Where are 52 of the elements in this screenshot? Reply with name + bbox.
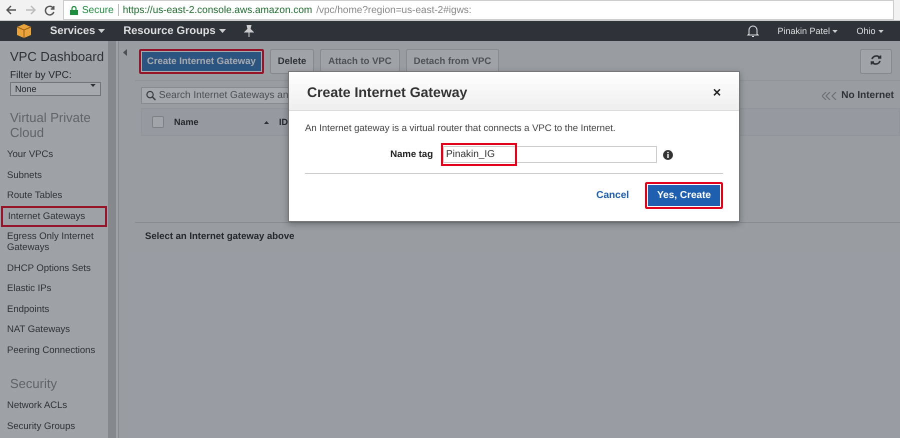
lock-icon [70,6,78,14]
refresh-icon [870,54,882,66]
column-header[interactable]: Name [174,117,254,127]
sidebar-item[interactable]: DHCP Options Sets [3,260,105,276]
reload-icon[interactable] [44,4,55,16]
filter-label: Filter by VPC: [9,70,73,81]
pagination-text: No Internet [841,90,894,101]
back-icon[interactable] [6,5,17,15]
refresh-button[interactable] [860,49,892,74]
region-menu[interactable]: Ohio [856,26,884,36]
cancel-link[interactable]: Cancel [590,182,636,209]
search-icon [146,90,156,101]
bell-icon[interactable] [747,24,760,38]
sort-arrow-icon[interactable] [264,120,269,124]
sidebar-item[interactable]: Elastic IPs [3,280,105,297]
sidebar-item[interactable]: Security Groups [3,418,105,434]
dialog-title: Create Internet Gateway [307,84,468,100]
create-button[interactable]: Yes, Create [645,182,723,209]
sidebar-title: VPC Dashboard [9,49,105,64]
caret-icon [832,30,838,34]
select-all-checkbox[interactable] [152,116,164,128]
sidebar-heading: Virtual Private Cloud [9,110,92,140]
cube-logo-icon[interactable] [16,23,32,39]
sidebar-item[interactable]: Network ACLs [3,397,105,414]
sidebar-item[interactable]: NAT Gateways [3,321,105,338]
toolbar-button[interactable]: Create Internet Gateway [139,49,264,74]
caret-icon [878,30,884,34]
sidebar-item[interactable]: Your VPCs [3,146,105,163]
sidebar-item[interactable]: Endpoints [3,300,105,318]
close-button[interactable]: × [712,84,721,100]
address-bar[interactable]: Secure https://us-east-2.console.aws.amazon.com /vpc/home?region=us-east-2#igws: [63,0,894,20]
sidebar-heading: Security [9,376,58,391]
field-label: Name tag [389,149,433,160]
detail-hint: Select an Internet gateway above [144,230,296,244]
name-tag-field[interactable]: Pinakin_IG [443,146,657,163]
sidebar-item[interactable]: Subnets [3,166,105,184]
caret-icon [90,84,96,87]
info-icon[interactable] [663,150,673,160]
vpc-filter-dropdown[interactable]: None [10,82,101,96]
sidebar-item[interactable]: Peering Connections [3,342,105,358]
dialog-description: An Internet gateway is a virtual router that connects a VPC to the Internet. [305,123,617,134]
caret-icon [98,29,106,34]
nav-menu[interactable]: Resource Groups [123,25,226,37]
pin-icon[interactable] [244,25,254,37]
nav-menu[interactable]: Services [50,25,106,37]
column-header[interactable]: ID [279,117,288,127]
sidebar-item[interactable]: Internet Gateways [3,208,105,224]
sidebar-item[interactable]: Route Tables [3,187,105,204]
user-menu[interactable]: Pinakin Patel [777,26,838,36]
caret-icon [218,29,226,34]
toolbar-button[interactable]: Delete [270,49,314,74]
sidebar-item[interactable]: Egress Only Internet Gateways [3,228,105,256]
